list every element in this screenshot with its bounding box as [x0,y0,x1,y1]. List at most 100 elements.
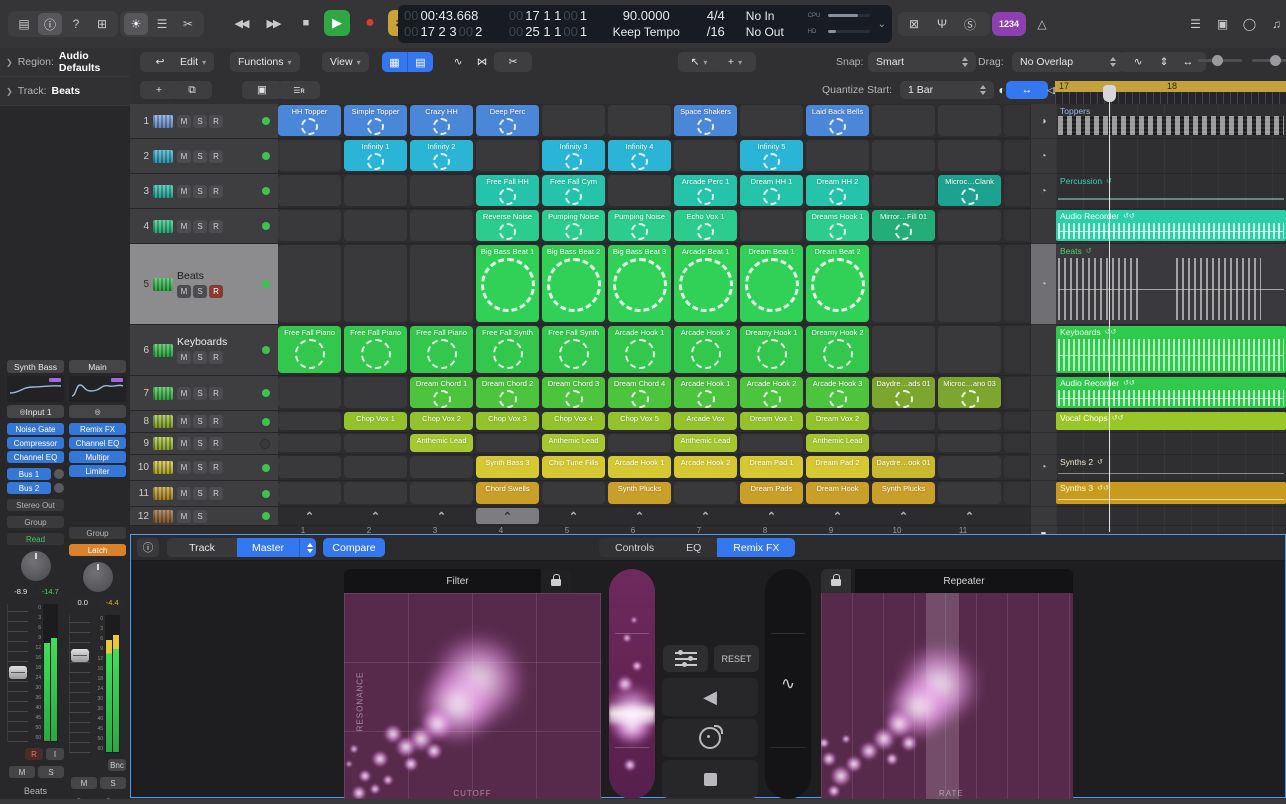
solo-button[interactable]: S [193,510,207,523]
solo-button[interactable]: S [193,461,207,474]
empty-cell[interactable] [410,175,473,206]
empty-cell[interactable] [476,140,539,171]
empty-cell[interactable] [344,434,407,452]
track-header-7[interactable]: 7MSR [130,376,278,410]
cell-queue-indicator[interactable]: ◔ [1031,455,1056,481]
loop-cell[interactable]: Big Bass Beat 1 [476,245,539,322]
compare-button[interactable]: Compare [323,538,385,557]
loop-cell[interactable]: Mirror…Fill 01 [872,210,935,241]
solo-button[interactable]: S [193,220,207,233]
empty-cell[interactable] [938,434,1001,452]
master-mode-button[interactable]: Master [237,538,299,557]
loop-cell[interactable]: Synth Bass 3 [476,456,539,478]
mute-button[interactable]: M [9,766,35,778]
scene-trigger-10[interactable]: ⌃ [872,508,935,524]
empty-cell[interactable] [278,175,341,206]
scene-trigger-4[interactable]: ⌃ [476,508,539,524]
loop-cell[interactable]: Crazy HH [410,105,473,136]
rows-view-icon[interactable]: ▤ [407,52,433,72]
solo-button[interactable]: S [193,285,207,298]
input-monitor-dot[interactable] [262,418,270,426]
loop-cell[interactable]: Microc…Clank [938,175,1001,206]
forward-button[interactable]: ▶▶ [260,10,286,36]
mute-button[interactable]: M [177,437,191,450]
plugin-slot[interactable]: Multipr [69,451,126,463]
empty-cell[interactable] [938,245,1001,322]
horizontal-zoom-slider[interactable] [1252,59,1286,62]
arrange-track-row[interactable]: Synths 3↺↺ [1056,481,1286,507]
record-enable-button[interactable]: R [209,461,223,474]
solo-button[interactable]: S [193,150,207,163]
loop-cell[interactable]: Dream Pads [740,482,803,504]
play-button[interactable]: ▶ [324,10,350,36]
tuner-icon[interactable]: Ψ [930,13,954,35]
input-monitor-dot[interactable] [262,512,270,520]
send-bus[interactable]: Bus 1 [7,468,51,480]
loop-cell[interactable]: Deep Perc [476,105,539,136]
edit-menu[interactable]: Edit▾ [172,52,214,72]
arrange-track-row[interactable]: Toppers [1056,104,1286,139]
plugin-slot[interactable]: Noise Gate [7,423,64,435]
automation-mode-read[interactable]: Read [7,533,64,545]
record-enable-button[interactable]: R [209,150,223,163]
toolbar-icon[interactable]: ⊞ [90,13,114,35]
filter-xy-pad[interactable]: RESONANCE CUTOFF [344,593,601,801]
loop-cell[interactable]: Dream Pad 1 [740,456,803,478]
loop-cell[interactable]: Daydre…ads 01 [872,377,935,408]
empty-cell[interactable] [872,175,935,206]
track-header-8[interactable]: 8MSR [130,411,278,432]
input-monitor-dot[interactable] [262,346,270,354]
track-header-3[interactable]: 3MSR [130,174,278,208]
plugin-slot[interactable]: Channel EQ [69,437,126,449]
empty-cell[interactable] [872,412,935,430]
cell-queue-indicator[interactable] [1031,481,1056,507]
info-icon[interactable]: ⓘ [137,538,159,557]
send-slot[interactable]: Bus 1 [7,468,64,480]
loop-cell[interactable]: Infinity 3 [542,140,605,171]
group-slot[interactable]: Group [7,516,64,528]
loop-cell[interactable]: Infinity 1 [344,140,407,171]
input-monitor-dot[interactable] [262,490,270,498]
loop-cell[interactable]: Chip Tune Fills [542,456,605,478]
arrange-track-row[interactable]: Beats↺ [1056,244,1286,325]
tape-stop-button[interactable] [662,760,758,798]
gater-slider[interactable] [609,569,655,799]
loop-cell[interactable]: Chord Swells [476,482,539,504]
inspector-icon[interactable]: ⓘ [38,13,62,35]
empty-cell[interactable] [872,434,935,452]
scene-trigger-5[interactable]: ⌃ [542,508,605,524]
empty-cell[interactable] [740,105,803,136]
empty-cell[interactable] [872,105,935,136]
record-enable-button[interactable]: R [209,220,223,233]
editors-scissors-icon[interactable]: ✂ [176,13,200,35]
playhead-handle[interactable] [1103,85,1116,102]
loop-cell[interactable]: Chop Vox 4 [542,412,605,430]
add-scene-button[interactable]: ▣ [242,81,282,99]
record-enable-button[interactable]: R [209,285,223,298]
tab-controls[interactable]: Controls [599,538,670,557]
horizontal-zoom-icon[interactable]: ↔ [1170,52,1206,72]
tab-remix-fx[interactable]: Remix FX [717,538,795,557]
empty-cell[interactable] [938,105,1001,136]
loop-cell[interactable]: Arcade Hook 2 [740,377,803,408]
empty-cell[interactable] [740,210,803,241]
track-header-4[interactable]: 4MSR [130,209,278,243]
loop-cell[interactable]: Infinity 5 [740,140,803,171]
grid-view-icon[interactable]: ▦ [382,52,407,72]
cell-queue-indicator[interactable]: ◑ [1031,104,1056,139]
loop-cell[interactable]: Synth Plucks [872,482,935,504]
loop-cell[interactable]: Chop Vox 2 [410,412,473,430]
loop-cell[interactable]: Dream Chord 1 [410,377,473,408]
scene-trigger-6[interactable]: ⌃ [608,508,671,524]
metronome-icon[interactable]: △ [1030,13,1054,35]
empty-cell[interactable] [410,482,473,504]
functions-menu[interactable]: Functions▾ [230,52,300,72]
loop-cell[interactable]: Dream HH 2 [806,175,869,206]
loop-cell[interactable]: Dream Chord 4 [608,377,671,408]
vertical-zoom-slider[interactable] [1198,59,1242,62]
output-slot[interactable]: Stereo Out [7,499,64,511]
solo-button[interactable]: S [193,115,207,128]
track-mode-button[interactable]: Track [167,538,237,557]
input-monitor-dot[interactable] [262,152,270,160]
input-monitor-dot[interactable] [262,389,270,397]
